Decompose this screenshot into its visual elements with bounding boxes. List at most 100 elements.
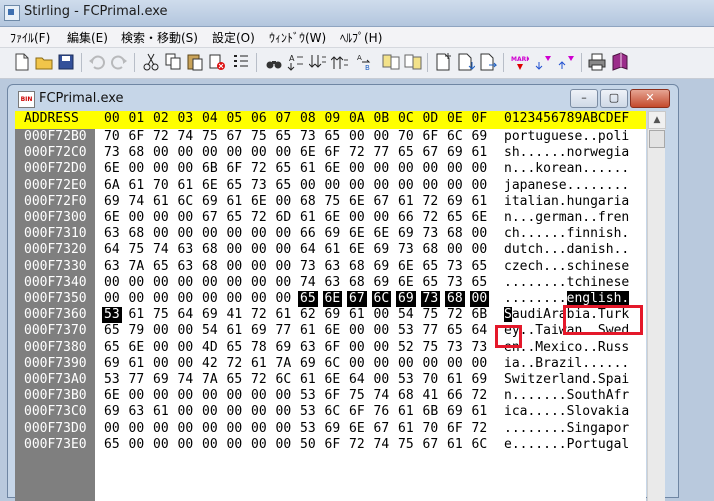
hex-byte: 68 bbox=[128, 145, 145, 161]
hex-row[interactable]: 000F7330 63 7A 65 63 68 00 00 00 73 63 68 69 6E 65 73 65… bbox=[15, 259, 646, 275]
scroll-thumb[interactable] bbox=[649, 130, 665, 148]
hex-byte: 00 bbox=[398, 177, 414, 193]
jump-icon[interactable] bbox=[404, 52, 422, 72]
hex-byte: 6F bbox=[226, 161, 243, 177]
undo-icon[interactable] bbox=[88, 52, 106, 72]
hex-row[interactable]: 000F73C0 69 63 61 00 00 00 00 00 53 6C 6F 76 61 6B 69 61… bbox=[15, 404, 646, 420]
hex-byte: 00 bbox=[324, 177, 341, 193]
hex-row[interactable]: 000F7300 6E 00 00 00 67 65 72 6D 61 6E 00 00 66 72 65 6E… bbox=[15, 210, 646, 226]
hex-byte: 6F bbox=[324, 339, 341, 355]
hex-byte: 72 bbox=[471, 420, 488, 436]
page-icon[interactable] bbox=[435, 52, 453, 72]
hex-view[interactable]: ADDRESS 00 01 02 03 04 05 06 07 08 09 0A 0B 0C 0D 0E 0F 0… bbox=[15, 111, 646, 501]
hex-byte: 00 bbox=[226, 388, 243, 404]
hex-byte: 66 bbox=[300, 226, 316, 242]
new-file-icon[interactable] bbox=[13, 52, 31, 72]
hex-byte: 67 bbox=[422, 145, 439, 161]
hex-byte: 74 bbox=[177, 372, 194, 387]
find-icon[interactable] bbox=[265, 52, 283, 72]
menu-search[interactable]: 検索・移動(S) bbox=[121, 29, 198, 46]
hex-row[interactable]: 000F7370 65 79 00 00 54 61 69 77 61 6E 00 00 53 77 65 64… bbox=[15, 323, 646, 339]
hex-row[interactable]: 000F73A0 53 77 69 74 7A 65 72 6C 61 6E 64 00 53 70 61 69… bbox=[15, 372, 646, 388]
find-all-icon[interactable] bbox=[331, 52, 349, 72]
child-titlebar[interactable]: BIN FCPrimal.exe – ▢ ✕ bbox=[8, 85, 678, 111]
hex-row[interactable]: 000F72B0 70 6F 72 74 75 67 75 65 73 65 00 00 70 6F 6C 69… bbox=[15, 129, 646, 145]
hex-byte: 69 bbox=[447, 404, 463, 420]
hex-byte: 00 bbox=[128, 436, 145, 452]
hex-byte: 61 bbox=[324, 242, 341, 258]
hex-byte: 63 bbox=[177, 242, 194, 258]
mark-next-icon[interactable] bbox=[535, 52, 553, 72]
cut-icon[interactable] bbox=[142, 52, 160, 72]
hex-byte: 73 bbox=[398, 242, 414, 258]
hex-byte: 00 bbox=[373, 129, 390, 144]
hex-byte: 61 bbox=[128, 355, 145, 371]
hex-byte: 66 bbox=[447, 388, 463, 404]
hex-row[interactable]: 000F72E0 6A 61 70 61 6E 65 73 65 00 00 00 00 00 00 00 00… bbox=[15, 178, 646, 194]
copy-icon[interactable] bbox=[164, 52, 182, 72]
hex-byte: 68 bbox=[447, 226, 463, 242]
page-down-icon[interactable] bbox=[457, 52, 475, 72]
hex-byte: 65 bbox=[226, 210, 243, 225]
hex-row[interactable]: 000F73D0 00 00 00 00 00 00 00 00 53 69 6E 67 61 70 6F 72… bbox=[15, 421, 646, 437]
hex-byte: 00 bbox=[398, 355, 414, 371]
ascii-text: ia..Brazil...... bbox=[504, 355, 630, 371]
menu-settings[interactable]: 設定(O) bbox=[212, 29, 255, 46]
hex-row[interactable]: 000F7350 00 00 00 00 00 00 00 00 65 6E 67 6C 69 73 68 00… bbox=[15, 291, 646, 307]
hex-byte: 64 bbox=[300, 242, 316, 258]
hex-row[interactable]: 000F7360 53 61 75 64 69 41 72 61 62 69 61 00 54 75 72 6B… bbox=[15, 307, 646, 324]
menu-edit[interactable]: 編集(E) bbox=[67, 29, 108, 46]
hex-byte: 75 bbox=[398, 436, 414, 452]
hex-byte: 00 bbox=[469, 291, 490, 307]
hex-byte: 53 bbox=[300, 388, 316, 404]
save-icon[interactable] bbox=[57, 52, 75, 72]
menu-file[interactable]: ﾌｧｲﾙ(F) bbox=[10, 29, 50, 46]
hex-row[interactable]: 000F7340 00 00 00 00 00 00 00 00 74 63 68 69 6E 65 73 65… bbox=[15, 275, 646, 291]
hex-byte: 72 bbox=[251, 372, 267, 387]
hex-row[interactable]: 000F73B0 6E 00 00 00 00 00 00 00 53 6F 75 74 68 41 66 72… bbox=[15, 388, 646, 404]
paste-icon[interactable] bbox=[186, 52, 204, 72]
minimize-button[interactable]: – bbox=[570, 89, 598, 108]
menu-help[interactable]: ﾍﾙﾌﾟ(H) bbox=[340, 29, 382, 46]
hex-byte: 00 bbox=[153, 291, 169, 306]
mark-prev-icon[interactable] bbox=[558, 52, 576, 72]
find-next-icon[interactable]: A bbox=[287, 52, 305, 72]
hex-row[interactable]: 000F72C0 73 68 00 00 00 00 00 00 6E 6F 72 77 65 67 69 61… bbox=[15, 145, 646, 161]
menu-window[interactable]: ｳｨﾝﾄﾞｳ(W) bbox=[269, 29, 326, 46]
book-icon[interactable] bbox=[611, 52, 629, 72]
maximize-button[interactable]: ▢ bbox=[600, 89, 628, 108]
hex-row[interactable]: 000F7320 64 75 74 63 68 00 00 00 64 61 6E 69 73 68 00 00… bbox=[15, 242, 646, 258]
print-icon[interactable] bbox=[588, 52, 606, 72]
mark-icon[interactable]: MARK bbox=[511, 52, 529, 72]
hex-row[interactable]: 000F7310 63 68 00 00 00 00 00 00 66 69 6E 6E 69 73 68 00… bbox=[15, 226, 646, 242]
page-icon-2[interactable] bbox=[479, 52, 497, 72]
hex-byte: 61 bbox=[349, 307, 365, 323]
row-address: 000F72B0 bbox=[24, 129, 87, 144]
compare-icon[interactable] bbox=[382, 52, 400, 72]
scroll-up-arrow-icon[interactable]: ▲ bbox=[648, 111, 666, 129]
hex-row[interactable]: 000F72F0 69 74 61 6C 69 61 6E 00 68 75 6E 67 61 72 69 61… bbox=[15, 194, 646, 210]
hex-byte: 61 bbox=[275, 307, 292, 323]
hex-row[interactable]: 000F72D0 6E 00 00 00 6B 6F 72 65 61 6E 00 00 00 00 00 00… bbox=[15, 161, 646, 177]
hex-byte: 75 bbox=[422, 307, 439, 323]
delete-icon[interactable] bbox=[208, 52, 226, 72]
hex-byte: 61 bbox=[447, 372, 463, 387]
row-address: 000F7350 bbox=[24, 291, 87, 306]
hex-row[interactable]: 000F7390 69 61 00 00 42 72 61 7A 69 6C 00 00 00 00 00 00… bbox=[15, 356, 646, 372]
close-button[interactable]: ✕ bbox=[630, 89, 670, 108]
hex-row[interactable]: 000F73E0 65 00 00 00 00 00 00 00 50 6F 72 74 75 67 61 6C… bbox=[15, 437, 646, 453]
hex-row[interactable]: 000F7380 65 6E 00 00 4D 65 78 69 63 6F 00 00 52 75 73 73… bbox=[15, 340, 646, 356]
replace-icon[interactable]: AB bbox=[356, 52, 374, 72]
vertical-scrollbar[interactable]: ▲ bbox=[647, 111, 666, 501]
ascii-text: ........tchinese bbox=[504, 274, 630, 290]
open-folder-icon[interactable] bbox=[35, 52, 53, 72]
hex-byte: 00 bbox=[202, 420, 218, 436]
hex-byte: 6E bbox=[349, 420, 365, 436]
redo-icon[interactable] bbox=[110, 52, 128, 72]
hex-byte: 75 bbox=[128, 242, 145, 258]
hex-byte: 00 bbox=[153, 355, 169, 371]
find-prev-icon[interactable] bbox=[309, 52, 327, 72]
hex-byte: 00 bbox=[177, 420, 194, 436]
insert-icon[interactable] bbox=[232, 52, 250, 72]
hex-byte: 67 bbox=[422, 436, 439, 452]
